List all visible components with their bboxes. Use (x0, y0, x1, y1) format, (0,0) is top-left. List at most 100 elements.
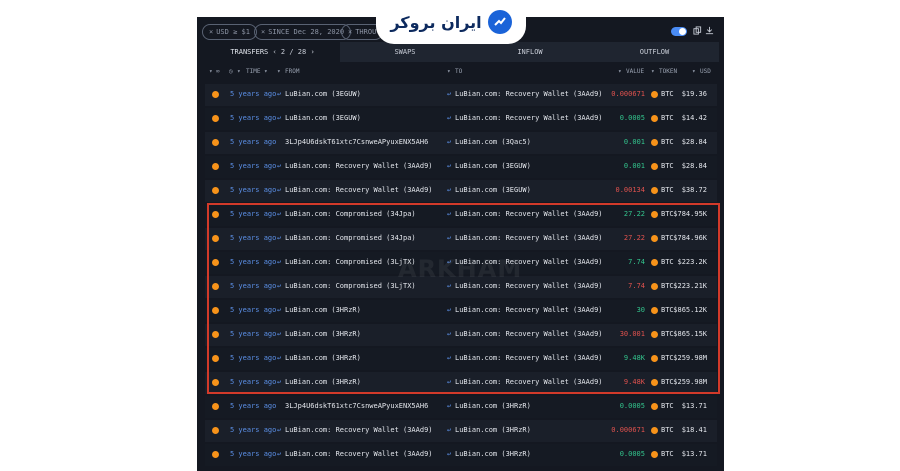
row-from[interactable]: LuBian.com: Recovery Wallet (3AAd9) (285, 162, 433, 170)
row-time[interactable]: 5 years ago (230, 402, 276, 410)
row-from[interactable]: LuBian.com (3EGUW) (285, 90, 361, 98)
bitcoin-icon (212, 115, 219, 122)
filter-icon[interactable]: ▾ (447, 68, 451, 75)
tab-inflow-label: INFLOW (517, 48, 543, 56)
highlight-box (207, 203, 720, 394)
page-indicator: 2 / 28 (280, 48, 307, 56)
arrow-in-icon: ↩ (447, 402, 452, 410)
row-time[interactable]: 5 years ago (230, 450, 276, 458)
row-time[interactable]: 5 years ago (230, 162, 276, 170)
bitcoin-icon (212, 91, 219, 98)
column-to[interactable]: TO (455, 68, 462, 75)
row-to[interactable]: LuBian.com (3HRzR) (455, 402, 531, 410)
row-time[interactable]: 5 years ago (230, 114, 276, 122)
bitcoin-icon (651, 403, 658, 410)
row-usd: $13.71 (681, 450, 707, 458)
row-from[interactable]: 3LJp4U6dskT61xtc7CsnweAPyuxENX5AH6 (285, 402, 428, 410)
row-token[interactable]: BTC (661, 186, 674, 194)
tab-inflow[interactable]: INFLOW (470, 42, 590, 62)
row-token[interactable]: BTC (661, 114, 674, 122)
close-icon[interactable]: × (348, 28, 352, 36)
close-icon[interactable]: × (209, 28, 213, 36)
row-to[interactable]: LuBian.com: Recovery Wallet (3AAd9) (455, 114, 603, 122)
table-row[interactable]: 5 years ago 3LJp4U6dskT61xtc7CsnweAPyuxEN… (205, 132, 717, 154)
row-token[interactable]: BTC (661, 450, 674, 458)
link-icon[interactable]: ∞ (216, 68, 220, 75)
table-row[interactable]: 5 years ago ↩ LuBian.com: Recovery Wallet … (205, 156, 717, 178)
close-icon[interactable]: × (261, 28, 265, 36)
row-from[interactable]: LuBian.com: Recovery Wallet (3AAd9) (285, 186, 433, 194)
row-to[interactable]: LuBian.com: Recovery Wallet (3AAd9) (455, 90, 603, 98)
row-token[interactable]: BTC (661, 138, 674, 146)
tab-swaps-label: SWAPS (394, 48, 416, 56)
column-from[interactable]: FROM (285, 68, 299, 75)
toggle-switch[interactable] (671, 27, 687, 36)
row-time[interactable]: 5 years ago (230, 426, 276, 434)
filter-icon[interactable]: ▾ (277, 68, 281, 75)
row-from[interactable]: 3LJp4U6dskT61xtc7CsnweAPyuxENX5AH6 (285, 138, 428, 146)
column-header-row: ▾ ∞ ◷ ▾ TIME ▾ ▾ FROM ▾ TO ▾ VALUE ▾ TOK… (205, 65, 719, 79)
row-value: 0.000671 (611, 426, 645, 434)
tab-swaps[interactable]: SWAPS (340, 42, 470, 62)
table-row[interactable]: 5 years ago 3LJp4U6dskT61xtc7CsnweAPyuxEN… (205, 396, 717, 418)
row-time[interactable]: 5 years ago (230, 138, 276, 146)
arrow-in-icon: ↩ (447, 138, 452, 146)
filter-chip-usd[interactable]: × USD ≥ $1 (202, 24, 257, 40)
row-to[interactable]: LuBian.com (3HRzR) (455, 450, 531, 458)
filter-icon[interactable]: ▾ (692, 68, 696, 75)
filter-chip-label: THROU (355, 28, 377, 36)
table-row[interactable]: 5 years ago ↩ LuBian.com (3EGUW) ↩ LuBian.co… (205, 108, 717, 130)
row-usd: $28.84 (681, 162, 707, 170)
row-token[interactable]: BTC (661, 90, 674, 98)
row-from[interactable]: LuBian.com (3EGUW) (285, 114, 361, 122)
row-to[interactable]: LuBian.com (3HRzR) (455, 426, 531, 434)
copy-icon[interactable] (693, 26, 702, 35)
filter-icon[interactable]: ▾ (618, 68, 622, 75)
row-from[interactable]: LuBian.com: Recovery Wallet (3AAd9) (285, 426, 433, 434)
bitcoin-icon (212, 427, 219, 434)
row-token[interactable]: BTC (661, 162, 674, 170)
row-usd: $14.42 (681, 114, 707, 122)
column-token[interactable]: TOKEN (659, 68, 677, 75)
chevron-right-icon[interactable]: › (310, 48, 314, 56)
row-time[interactable]: 5 years ago (230, 90, 276, 98)
table-row[interactable]: 5 years ago ↩ LuBian.com: Recovery Wallet … (205, 180, 717, 202)
chevron-left-icon[interactable]: ‹ (272, 48, 276, 56)
bitcoin-icon (651, 187, 658, 194)
filter-icon[interactable]: ▾ (209, 68, 213, 75)
sort-down-icon[interactable]: ▾ (264, 68, 268, 75)
arrow-in-icon: ↩ (277, 90, 282, 98)
bitcoin-icon (212, 403, 219, 410)
column-value[interactable]: VALUE (626, 68, 644, 75)
column-usd[interactable]: USD (700, 68, 711, 75)
arrow-in-icon: ↩ (447, 426, 452, 434)
arrow-in-icon: ↩ (447, 450, 452, 458)
arrow-in-icon: ↩ (277, 114, 282, 122)
brand-logo: ایران بروکر (376, 0, 526, 44)
clock-icon[interactable]: ◷ (229, 68, 233, 75)
row-value: 0.00134 (615, 186, 645, 194)
filter-chip-since[interactable]: × SINCE Dec 28, 2020 (254, 24, 352, 40)
download-icon[interactable] (705, 26, 714, 35)
row-token[interactable]: BTC (661, 426, 674, 434)
row-from[interactable]: LuBian.com: Recovery Wallet (3AAd9) (285, 450, 433, 458)
table-row[interactable]: 5 years ago ↩ LuBian.com (3EGUW) ↩ LuBian.co… (205, 84, 717, 106)
filter-icon[interactable]: ▾ (237, 68, 241, 75)
bitcoin-icon (212, 139, 219, 146)
row-value: 0.0005 (619, 114, 645, 122)
row-time[interactable]: 5 years ago (230, 186, 276, 194)
filter-icon[interactable]: ▾ (651, 68, 655, 75)
tab-outflow[interactable]: OUTFLOW (590, 42, 719, 62)
row-to[interactable]: LuBian.com (3EGUW) (455, 186, 531, 194)
tab-outflow-label: OUTFLOW (639, 48, 670, 56)
tab-transfers[interactable]: TRANSFERS ‹ 2 / 28 › (205, 42, 340, 62)
column-time[interactable]: TIME (246, 68, 260, 75)
bitcoin-icon (651, 139, 658, 146)
row-to[interactable]: LuBian.com (3Qac5) (455, 138, 531, 146)
chart-trend-icon (487, 10, 512, 34)
row-to[interactable]: LuBian.com (3EGUW) (455, 162, 531, 170)
table-row[interactable]: 5 years ago ↩ LuBian.com: Recovery Wallet … (205, 420, 717, 442)
table-row[interactable]: 5 years ago ↩ LuBian.com: Recovery Wallet … (205, 444, 717, 466)
row-token[interactable]: BTC (661, 402, 674, 410)
bitcoin-icon (212, 163, 219, 170)
